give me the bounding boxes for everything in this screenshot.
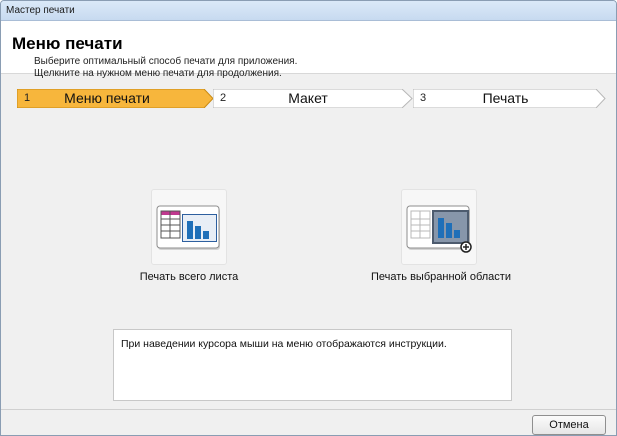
step-2: 2 Макет <box>213 89 413 108</box>
step-1: 1 Меню печати <box>17 89 214 108</box>
header-subtitle-line1: Выберите оптимальный способ печати для п… <box>34 56 298 67</box>
window-title-bar: Мастер печати <box>1 1 616 21</box>
wizard-steps: 1 Меню печати 2 Макет 3 Печать <box>17 89 609 109</box>
window-title: Мастер печати <box>6 5 75 16</box>
print-whole-sheet-label[interactable]: Печать всего листа <box>119 271 259 283</box>
print-selected-area-button[interactable] <box>401 189 477 265</box>
instruction-box: При наведении курсора мыши на меню отобр… <box>113 329 512 401</box>
sheet-with-chart-icon <box>156 205 220 250</box>
print-selected-area-label[interactable]: Печать выбранной области <box>351 271 531 283</box>
footer-divider <box>1 409 616 410</box>
page-title: Меню печати <box>12 34 123 53</box>
step-2-label: Макет <box>288 90 328 106</box>
step-1-label: Меню печати <box>64 90 150 106</box>
instruction-text: При наведении курсора мыши на меню отобр… <box>121 338 447 350</box>
selected-area-chart-icon <box>406 205 472 253</box>
step-3-label: Печать <box>482 90 529 106</box>
cancel-button[interactable]: Отмена <box>532 415 606 435</box>
print-wizard-window: Мастер печати Меню печати Выберите оптим… <box>0 0 617 436</box>
header-subtitle-line2: Щелкните на нужном меню печати для продо… <box>34 68 282 79</box>
print-whole-sheet-button[interactable] <box>151 189 227 265</box>
wizard-header: Меню печати Выберите оптимальный способ … <box>1 21 616 79</box>
step-3: 3 Печать <box>413 89 607 108</box>
